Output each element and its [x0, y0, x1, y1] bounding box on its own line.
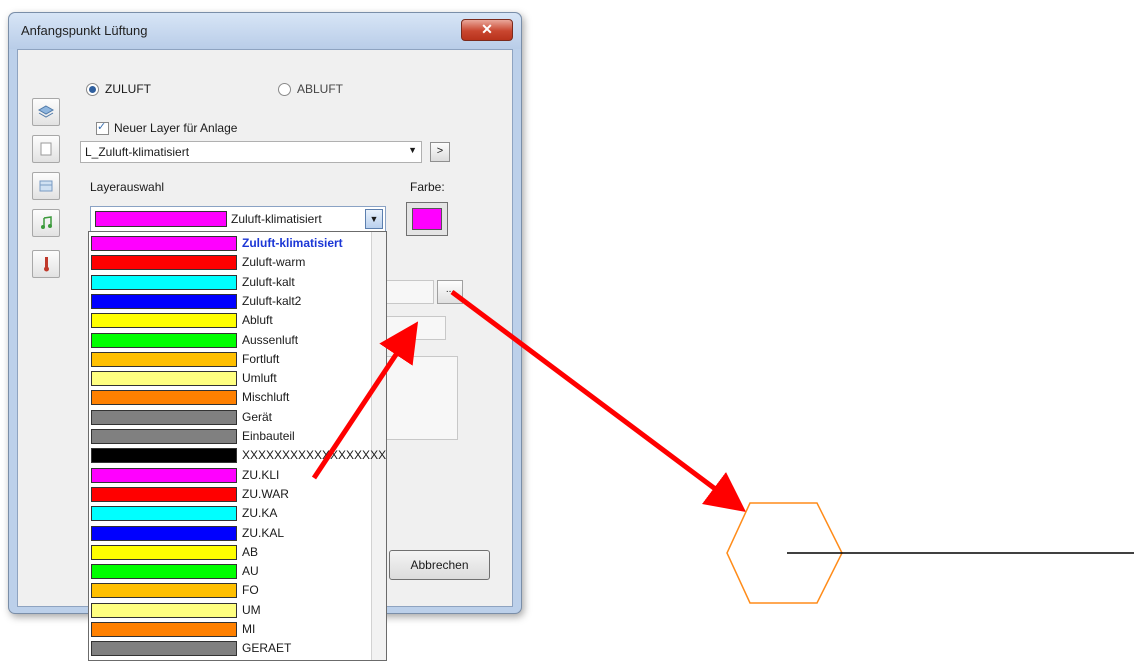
red-arrow-up — [311, 321, 419, 480]
red-arrow-down — [450, 289, 747, 512]
annotation-overlay — [311, 289, 1134, 604]
